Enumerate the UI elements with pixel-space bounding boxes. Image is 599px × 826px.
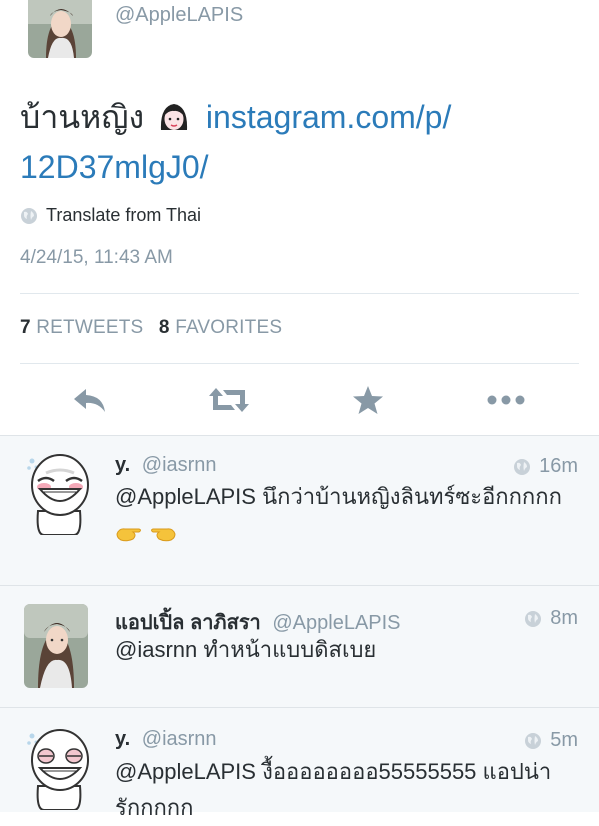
- reply-text-body: @AppleLAPIS นึกว่าบ้านหญิงลินทร์ซะอีกกกก…: [115, 484, 562, 509]
- instagram-link[interactable]: instagram.com/p/: [206, 99, 451, 135]
- reply-arrow-icon: [74, 389, 105, 412]
- reply-time: 16m: [513, 455, 578, 478]
- retweets-label[interactable]: RETWEETS: [36, 317, 143, 338]
- reply-text-line2: รักกกกก: [115, 795, 194, 820]
- reply-author[interactable]: y. @iasrnn: [115, 454, 217, 477]
- tweet-actions: [0, 380, 599, 420]
- favorites-count[interactable]: 8: [159, 317, 170, 338]
- reply-avatar[interactable]: [24, 604, 88, 688]
- reply-time-label: 5m: [550, 729, 578, 751]
- reply-avatar[interactable]: [24, 726, 92, 810]
- more-dots-icon: [487, 395, 525, 405]
- tweet-timestamp: 4/24/15, 11:43 AM: [20, 247, 173, 268]
- globe-icon: [525, 610, 542, 627]
- reply-text: @AppleLAPIS นึกว่าบ้านหญิงลินทร์ซะอีกกกก…: [115, 479, 585, 551]
- author-handle[interactable]: @AppleLAPIS: [115, 4, 243, 27]
- main-tweet: @AppleLAPIS บ้านหญิง instagram.com/p/ 12…: [0, 0, 599, 436]
- reply-author-name: แอปเปิ้ล ลาภิสรา: [115, 612, 261, 634]
- retweets-count[interactable]: 7: [20, 317, 31, 338]
- reply-author[interactable]: y. @iasrnn: [115, 728, 217, 751]
- reply-time: 5m: [524, 729, 578, 752]
- reply-time-label: 8m: [550, 607, 578, 629]
- instagram-link-line2[interactable]: 12D37mlgJ0/: [20, 149, 209, 185]
- tweet-text: บ้านหญิง instagram.com/p/ 12D37mlgJ0/: [20, 92, 580, 192]
- reply-avatar[interactable]: [24, 451, 92, 535]
- reply-text-line1: @AppleLAPIS งื้ออออออออ55555555 แอปน่า: [115, 759, 552, 784]
- divider: [20, 293, 579, 294]
- reply-author-name: y.: [115, 454, 131, 476]
- translate-label: Translate from Thai: [46, 205, 202, 225]
- translate-button[interactable]: Translate from Thai: [20, 205, 201, 226]
- reply-author-handle: @iasrnn: [141, 454, 217, 476]
- reply-author-handle: @iasrnn: [141, 728, 217, 750]
- star-icon: [353, 386, 383, 414]
- globe-icon: [525, 732, 542, 749]
- reply-author-handle: @AppleLAPIS: [272, 612, 401, 634]
- globe-icon: [514, 458, 531, 475]
- tweet-stats: 7 RETWEETS 8 FAVORITES: [20, 317, 282, 339]
- reply-time: 8m: [524, 607, 578, 630]
- tweet-thai-text: บ้านหญิง: [20, 99, 145, 135]
- more-button[interactable]: [484, 380, 528, 420]
- reply-tweet[interactable]: y. @iasrnn 16m @AppleLAPIS นึกว่าบ้านหญิ…: [0, 436, 599, 585]
- reply-tweet[interactable]: y. @iasrnn 5m @AppleLAPIS งื้ออออออออ555…: [0, 708, 599, 820]
- retweet-button[interactable]: [206, 380, 252, 420]
- author-avatar[interactable]: [28, 0, 92, 58]
- reply-time-label: 16m: [539, 455, 578, 477]
- woman-face-emoji-icon: [160, 104, 188, 130]
- reply-author-name: y.: [115, 728, 131, 750]
- globe-icon: [21, 207, 37, 224]
- divider: [20, 363, 579, 364]
- reply-button[interactable]: [70, 380, 110, 420]
- reply-tweet[interactable]: แอปเปิ้ล ลาภิสรา @AppleLAPIS 8m @iasrnn …: [0, 586, 599, 707]
- reply-text: @AppleLAPIS งื้ออออออออ55555555 แอปน่า ร…: [115, 754, 585, 826]
- favorite-button[interactable]: [350, 380, 386, 420]
- favorites-label[interactable]: FAVORITES: [175, 317, 282, 338]
- retweet-icon: [209, 388, 249, 412]
- pointing-hands-emoji-icon: [116, 528, 176, 542]
- reply-text: @iasrnn ทำหน้าแบบดิสเบย: [115, 637, 377, 662]
